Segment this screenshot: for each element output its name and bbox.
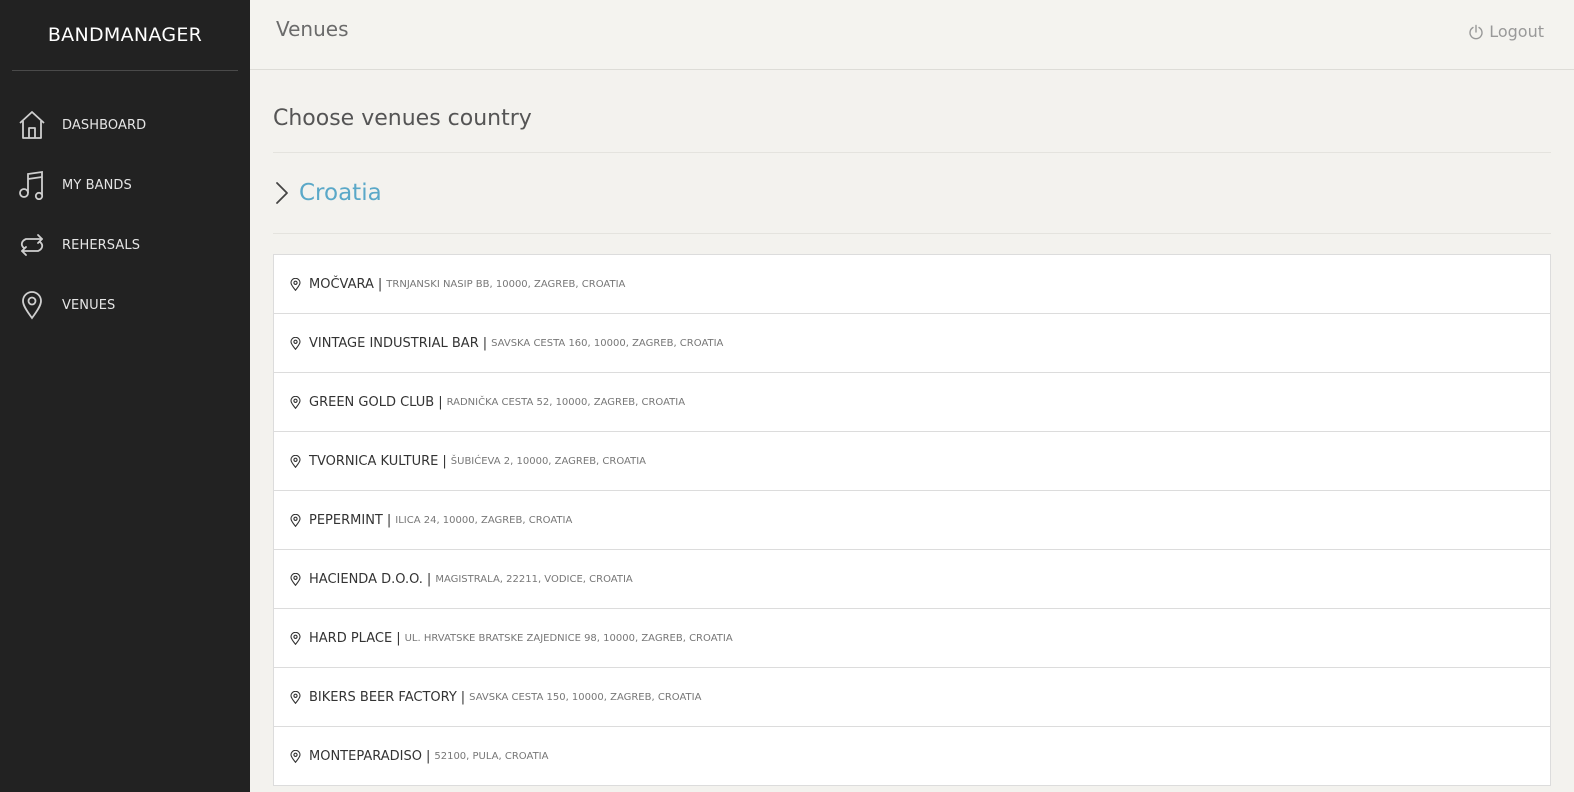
sidebar-item-label: REHERSALS — [62, 237, 141, 253]
venue-separator: | — [442, 453, 447, 469]
venue-name: PEPERMINT — [309, 512, 383, 528]
divider — [273, 233, 1551, 234]
venue-name: HARD PLACE — [309, 630, 393, 646]
venue-list-item[interactable]: TVORNICA KULTURE | ŠUBIĆEVA 2, 10000, ZAGR… — [274, 432, 1550, 491]
sidebar: BANDMANAGER DASHBOARD MY BANDS REHERSALS… — [0, 0, 250, 792]
repeat-icon — [18, 229, 46, 261]
sidebar-item-label: DASHBOARD — [62, 117, 147, 133]
venue-separator: | — [386, 512, 392, 528]
venue-separator: | — [377, 276, 383, 292]
venue-separator: | — [438, 394, 443, 410]
venue-address: ŠUBIĆEVA 2, 10000, ZAGREB, CROATIA — [450, 455, 647, 467]
sidebar-item-label: VENUES — [62, 297, 116, 313]
venue-name: MOČVARA — [309, 276, 374, 292]
music-note-icon — [18, 169, 46, 201]
venue-address: ILICA 24, 10000, ZAGREB, CROATIA — [395, 514, 573, 526]
map-pin-icon — [290, 336, 309, 350]
venue-list-item[interactable]: GREEN GOLD CLUB | RADNIČKA CESTA 52, 10000… — [274, 373, 1550, 432]
map-pin-icon — [290, 454, 309, 468]
map-pin-icon — [290, 513, 309, 527]
page-title: Venues — [276, 17, 349, 41]
map-pin-icon — [290, 277, 309, 291]
venue-name: GREEN GOLD CLUB — [309, 394, 435, 410]
logout-button[interactable]: Logout — [1468, 22, 1544, 41]
map-pin-icon — [290, 395, 309, 409]
country-toggle-croatia[interactable]: Croatia — [273, 153, 1551, 233]
logout-label: Logout — [1489, 22, 1544, 41]
venue-address: 52100, PULA, CROATIA — [434, 750, 549, 762]
venue-separator: | — [396, 630, 401, 646]
sidebar-item-dashboard[interactable]: DASHBOARD — [0, 95, 250, 155]
venue-name: TVORNICA KULTURE — [309, 453, 439, 469]
venue-separator: | — [460, 689, 466, 705]
brand-logo[interactable]: BANDMANAGER — [0, 0, 250, 70]
venue-list-item[interactable]: MOČVARA | TRNJANSKI NASIP BB, 10000, ZAGRE… — [274, 255, 1550, 314]
venue-address: RADNIČKA CESTA 52, 10000, ZAGREB, CROATI… — [446, 396, 686, 408]
chevron-right-icon — [273, 181, 299, 205]
venue-name: HACIENDA D.O.O. — [309, 571, 423, 587]
venue-address: UL. HRVATSKE BRATSKE ZAJEDNICE 98, 10000… — [404, 632, 733, 644]
map-pin-icon — [290, 631, 309, 645]
venue-name: BIKERS BEER FACTORY — [309, 689, 457, 705]
venue-name: MONTEPARADISO — [309, 748, 422, 764]
venue-list-item[interactable]: VINTAGE INDUSTRIAL BAR | SAVSKA CESTA 160,… — [274, 314, 1550, 373]
power-icon — [1468, 24, 1484, 40]
venue-list-item[interactable]: HACIENDA D.O.O. | MAGISTRALA, 22211, VODIC… — [274, 550, 1550, 609]
venue-list-item[interactable]: MONTEPARADISO | 52100, PULA, CROATIA — [274, 727, 1550, 786]
venue-list-item[interactable]: HARD PLACE | UL. HRVATSKE BRATSKE ZAJEDNIC… — [274, 609, 1550, 668]
venue-list-item[interactable]: PEPERMINT | ILICA 24, 10000, ZAGREB, CROAT… — [274, 491, 1550, 550]
venue-address: SAVSKA CESTA 150, 10000, ZAGREB, CROATIA — [469, 691, 702, 703]
home-icon — [18, 109, 46, 141]
venue-address: MAGISTRALA, 22211, VODICE, CROATIA — [435, 573, 633, 585]
section-title: Choose venues country — [273, 106, 532, 131]
venue-separator: | — [426, 571, 432, 587]
country-name[interactable]: Croatia — [299, 180, 382, 206]
map-pin-icon — [18, 289, 46, 321]
venue-separator: | — [425, 748, 431, 764]
sidebar-divider — [12, 70, 238, 71]
sidebar-item-label: MY BANDS — [62, 177, 132, 193]
map-pin-icon — [290, 572, 309, 586]
map-pin-icon — [290, 749, 309, 763]
content: Choose venues country Croatia MOČVARA | TR… — [250, 106, 1574, 786]
map-pin-icon — [290, 690, 309, 704]
sidebar-nav: DASHBOARD MY BANDS REHERSALS VENUES — [0, 95, 250, 335]
venue-address: SAVSKA CESTA 160, 10000, ZAGREB, CROATIA — [491, 337, 724, 349]
venue-name: VINTAGE INDUSTRIAL BAR — [309, 335, 479, 351]
venue-list-item[interactable]: BIKERS BEER FACTORY | SAVSKA CESTA 150, 10… — [274, 668, 1550, 727]
sidebar-item-my-bands[interactable]: MY BANDS — [0, 155, 250, 215]
venue-separator: | — [482, 335, 488, 351]
venue-address: TRNJANSKI NASIP BB, 10000, ZAGREB, CROAT… — [386, 278, 626, 290]
sidebar-item-rehersals[interactable]: REHERSALS — [0, 215, 250, 275]
top-bar: Venues Logout — [250, 0, 1574, 70]
main-area: Venues Logout Choose venues country Croa… — [250, 0, 1574, 792]
sidebar-item-venues[interactable]: VENUES — [0, 275, 250, 335]
venue-list: MOČVARA | TRNJANSKI NASIP BB, 10000, ZAGRE… — [273, 254, 1551, 786]
